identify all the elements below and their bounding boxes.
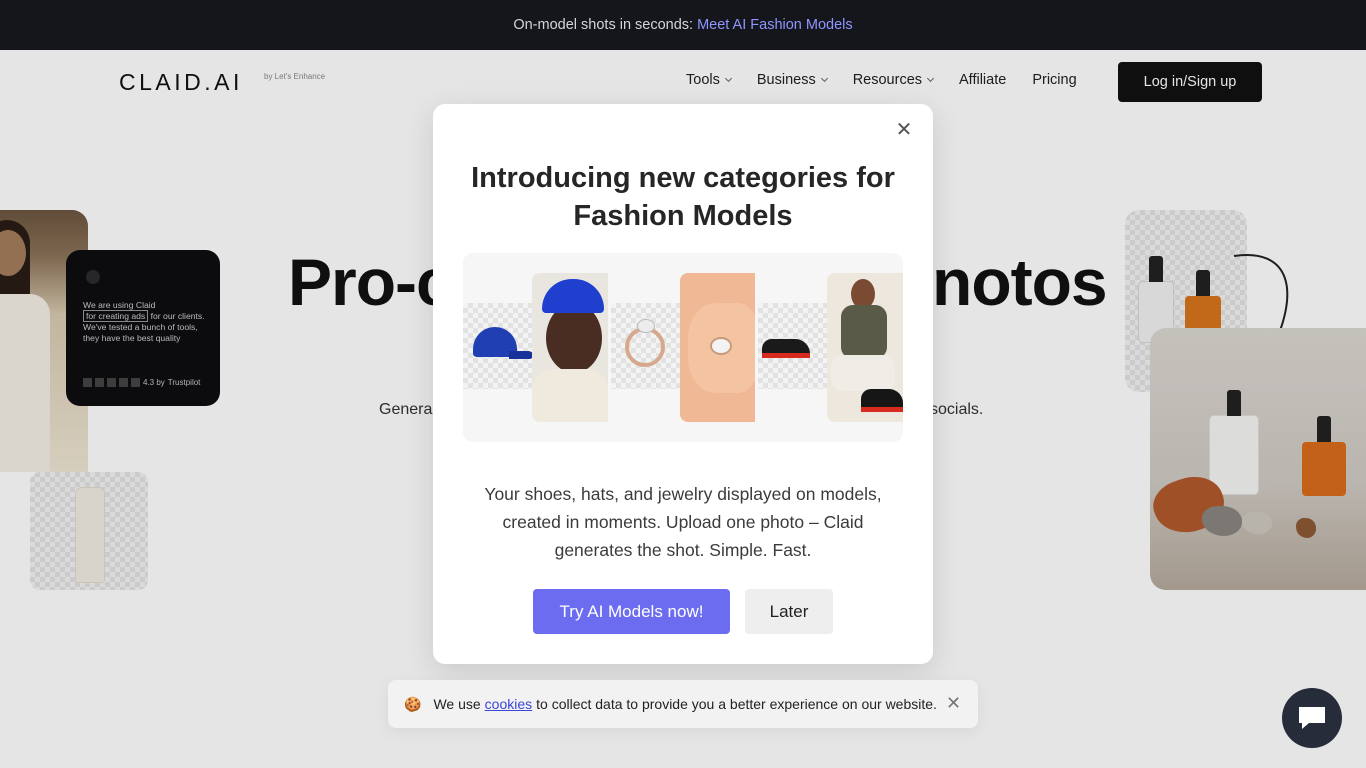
hat-cutout [463, 303, 539, 389]
cookie-banner: 🍪 We use cookies to collect data to prov… [388, 680, 978, 728]
ring-icon [624, 327, 665, 367]
announcement-link[interactable]: Meet AI Fashion Models [697, 17, 853, 33]
ring-model-photo [679, 273, 756, 422]
cookie-icon: 🍪 [404, 695, 422, 712]
announcement-lead: On-model shots in seconds: [513, 17, 694, 33]
try-ai-models-button[interactable]: Try AI Models now! [533, 589, 730, 634]
cookies-link[interactable]: cookies [485, 696, 532, 712]
cap-brim [509, 351, 533, 359]
announcement-bar[interactable]: On-model shots in seconds: Meet AI Fashi… [0, 0, 1366, 50]
later-button[interactable]: Later [745, 589, 833, 634]
chat-launcher-button[interactable] [1282, 688, 1342, 748]
close-icon[interactable]: ✕ [893, 118, 915, 141]
close-icon[interactable]: ✕ [946, 693, 961, 714]
hat-model-photo [532, 273, 608, 422]
cookie-text-before: We use [433, 696, 481, 712]
product-gallery [463, 253, 903, 442]
ring-cutout [610, 303, 687, 389]
chat-icon [1299, 707, 1325, 729]
sneaker-cutout [758, 303, 835, 389]
modal-title: Introducing new categories for Fashion M… [471, 162, 895, 232]
cookie-text-after: to collect data to provide you a better … [536, 696, 937, 712]
gallery-panel-sneakers [758, 253, 903, 442]
announcement-modal: ✕ Introducing new categories for Fashion… [433, 104, 933, 664]
gallery-panel-hat [463, 253, 608, 442]
sneaker-model-photo [827, 273, 903, 422]
modal-description: Your shoes, hats, and jewelry displayed … [484, 484, 882, 560]
gallery-panel-ring [610, 253, 756, 442]
